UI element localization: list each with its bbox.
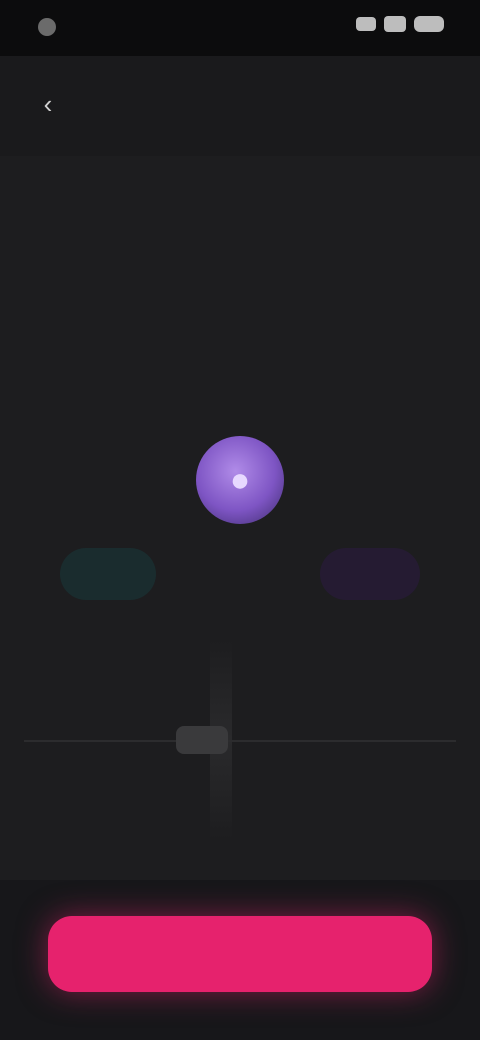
right-option[interactable] <box>320 548 420 600</box>
amount-chip[interactable] <box>176 726 228 754</box>
avatar[interactable]: ● <box>196 436 284 524</box>
detail-row <box>0 156 480 224</box>
back-arrow-icon[interactable]: ‹ <box>32 88 64 120</box>
status-time-indicator <box>38 18 56 36</box>
detail-row <box>0 292 480 360</box>
details-list <box>0 156 480 360</box>
battery-icon <box>414 16 444 32</box>
status-icons <box>356 16 444 32</box>
status-bar <box>0 0 480 56</box>
confirm-button[interactable] <box>48 916 432 992</box>
wifi-icon <box>384 16 406 32</box>
divider <box>24 740 456 742</box>
app-bar: ‹ <box>0 56 480 156</box>
user-icon: ● <box>229 460 251 499</box>
left-option[interactable] <box>60 548 156 600</box>
signal-icon <box>356 17 376 31</box>
detail-row <box>0 224 480 292</box>
